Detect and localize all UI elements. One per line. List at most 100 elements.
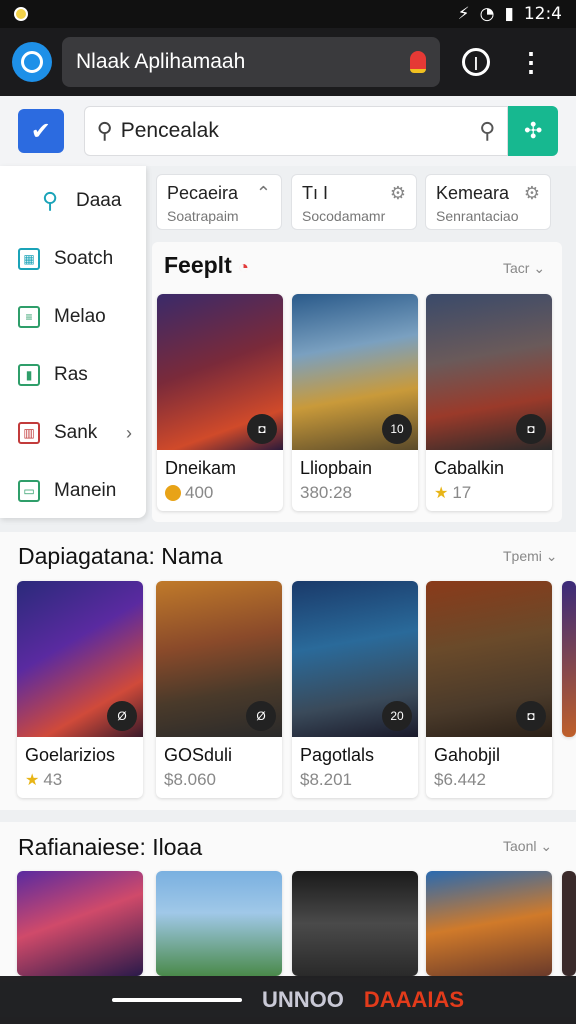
- game-meta: $6.442: [434, 770, 486, 789]
- game-artwork: [292, 871, 418, 976]
- app-title: Nlaak Aplihamaah: [76, 50, 246, 73]
- bottom-bar: UNNOO DAAAIAS: [0, 976, 576, 1024]
- sidebar-item-soatch[interactable]: ▦ Soatch: [0, 230, 146, 288]
- game-artwork: Ø: [17, 581, 143, 737]
- app-bar: Nlaak Aplihamaah | ⋮: [0, 28, 576, 96]
- game-name: Cabalkin: [434, 458, 505, 478]
- app-logo-icon[interactable]: [12, 42, 52, 82]
- game-meta: 380:28: [300, 483, 352, 502]
- settings-icon: ⚙: [389, 183, 406, 203]
- game-artwork: [156, 871, 282, 976]
- notification-icon: [14, 7, 28, 21]
- section-more-link[interactable]: Tpemi ⌄: [503, 548, 558, 565]
- list-icon: ≡: [18, 306, 40, 328]
- section-more-link[interactable]: Taonl ⌄: [503, 838, 552, 855]
- sidebar-item-manein[interactable]: ▭ Manein: [0, 462, 146, 520]
- bottom-brand[interactable]: DAAAIAS: [364, 987, 464, 1013]
- brand-logo-icon[interactable]: ✔: [18, 109, 64, 153]
- game-card-partial[interactable]: [562, 581, 576, 737]
- star-icon: ★: [434, 485, 449, 502]
- sidebar-item-ras[interactable]: ▮ Ras: [0, 346, 146, 404]
- filter-chip[interactable]: Kemeara ⚙ Senrantaciao: [425, 174, 551, 230]
- game-artwork: Ø: [156, 581, 282, 737]
- game-name: Dneikam: [165, 458, 237, 478]
- search-submit-icon[interactable]: ⚲: [479, 118, 495, 144]
- section-title: Dapiagatana: Nama: [18, 543, 223, 569]
- badge-icon: ◘: [516, 414, 546, 444]
- search-row: ✔ ⚲ Pencealak ⚲ ✣: [0, 96, 576, 166]
- wifi-icon: ◔: [479, 4, 495, 24]
- bottom-logo[interactable]: UNNOO: [262, 987, 344, 1013]
- game-card-partial[interactable]: [562, 871, 576, 976]
- address-bar[interactable]: Nlaak Aplihamaah: [62, 37, 440, 87]
- chip-title: Pecaeira: [167, 183, 239, 203]
- sidebar-item-label: Ras: [54, 364, 88, 385]
- game-card[interactable]: [156, 871, 282, 976]
- badge-icon: 20: [382, 701, 412, 731]
- scan-button[interactable]: ✣: [508, 106, 558, 156]
- badge-icon: Ø: [246, 701, 276, 731]
- game-meta: 17: [452, 483, 472, 502]
- game-artwork: 20: [292, 581, 418, 737]
- game-artwork: ◘: [157, 294, 283, 450]
- game-card[interactable]: ◘ Cabalkin ★ 17: [426, 294, 552, 511]
- more-options-icon[interactable]: ⋮: [518, 49, 544, 75]
- game-card[interactable]: [292, 871, 418, 976]
- section-more-link[interactable]: Tacr ⌄: [503, 260, 545, 277]
- game-meta: $8.060: [164, 770, 216, 789]
- grid-icon: ▦: [18, 248, 40, 270]
- chip-subtitle: Soatrapaim: [167, 208, 239, 224]
- scan-icon: ✣: [523, 118, 543, 143]
- section-title: Feeplt ◔: [164, 252, 249, 278]
- clock-icon: ◔: [238, 257, 249, 277]
- sidebar-item-label: Manein: [54, 480, 117, 501]
- badge-icon: Ø: [107, 701, 137, 731]
- signal-icon: ⚡: [457, 4, 470, 24]
- game-artwork: [17, 871, 143, 976]
- game-card[interactable]: [17, 871, 143, 976]
- game-artwork: [426, 871, 552, 976]
- game-card[interactable]: Ø GOSduli $8.060: [156, 581, 282, 798]
- search-placeholder: Pencealak: [120, 119, 219, 142]
- chart-icon: ▮: [18, 364, 40, 386]
- chip-title: Kemeara: [436, 183, 510, 203]
- status-bar: ⚡ ◔ ▮ 12:4: [0, 0, 576, 28]
- sidebar-item-label: Daaa: [76, 190, 122, 211]
- badge-icon: 10: [382, 414, 412, 444]
- power-icon[interactable]: |: [462, 48, 490, 76]
- star-icon: ★: [25, 772, 40, 789]
- badge-icon: ◘: [516, 701, 546, 731]
- game-card[interactable]: 10 Lliopbain 380:28: [292, 294, 418, 511]
- game-name: Gahobjil: [434, 745, 501, 765]
- game-artwork: ◘: [426, 581, 552, 737]
- game-meta: 43: [43, 770, 63, 789]
- section-title: Rafianaiese: Iloaa: [18, 834, 203, 860]
- microphone-icon[interactable]: [410, 51, 426, 73]
- battery-icon: ▮: [504, 4, 514, 24]
- filter-chip[interactable]: Pecaeira ⌃ Soatrapaim: [156, 174, 282, 230]
- game-artwork: ◘: [426, 294, 552, 450]
- game-artwork: [562, 871, 576, 976]
- badge-icon: ◘: [247, 414, 277, 444]
- chip-subtitle: Senrantaciao: [436, 208, 519, 224]
- sidebar-item-melao[interactable]: ≡ Melao: [0, 288, 146, 346]
- game-name: Lliopbain: [300, 458, 373, 478]
- settings-icon: ⚙: [523, 183, 540, 203]
- game-card[interactable]: ◘ Gahobjil $6.442: [426, 581, 552, 798]
- progress-line: [111, 998, 242, 1002]
- game-card[interactable]: [426, 871, 552, 976]
- game-name: Goelarizios: [25, 745, 116, 765]
- filter-chip[interactable]: Tı I ⚙ Socodamamr: [291, 174, 417, 230]
- chip-title: Tı I: [302, 183, 328, 203]
- game-card[interactable]: 20 Pagotlals $8.201: [292, 581, 418, 798]
- sidebar-item-label: Melao: [54, 306, 106, 327]
- search-input[interactable]: ⚲ Pencealak ⚲: [83, 106, 509, 156]
- sidebar-item-label: Sank: [54, 422, 98, 443]
- books-icon: ▥: [18, 422, 40, 444]
- search-icon: ⚲: [38, 188, 62, 213]
- search-icon: ⚲: [96, 118, 113, 143]
- sidebar-item-daaa[interactable]: ⚲ Daaa: [0, 172, 146, 230]
- sidebar-item-sank[interactable]: ▥ Sank ›: [0, 404, 146, 462]
- game-card[interactable]: Ø Goelarizios ★ 43: [17, 581, 143, 798]
- game-card[interactable]: ◘ Dneikam 400: [157, 294, 283, 511]
